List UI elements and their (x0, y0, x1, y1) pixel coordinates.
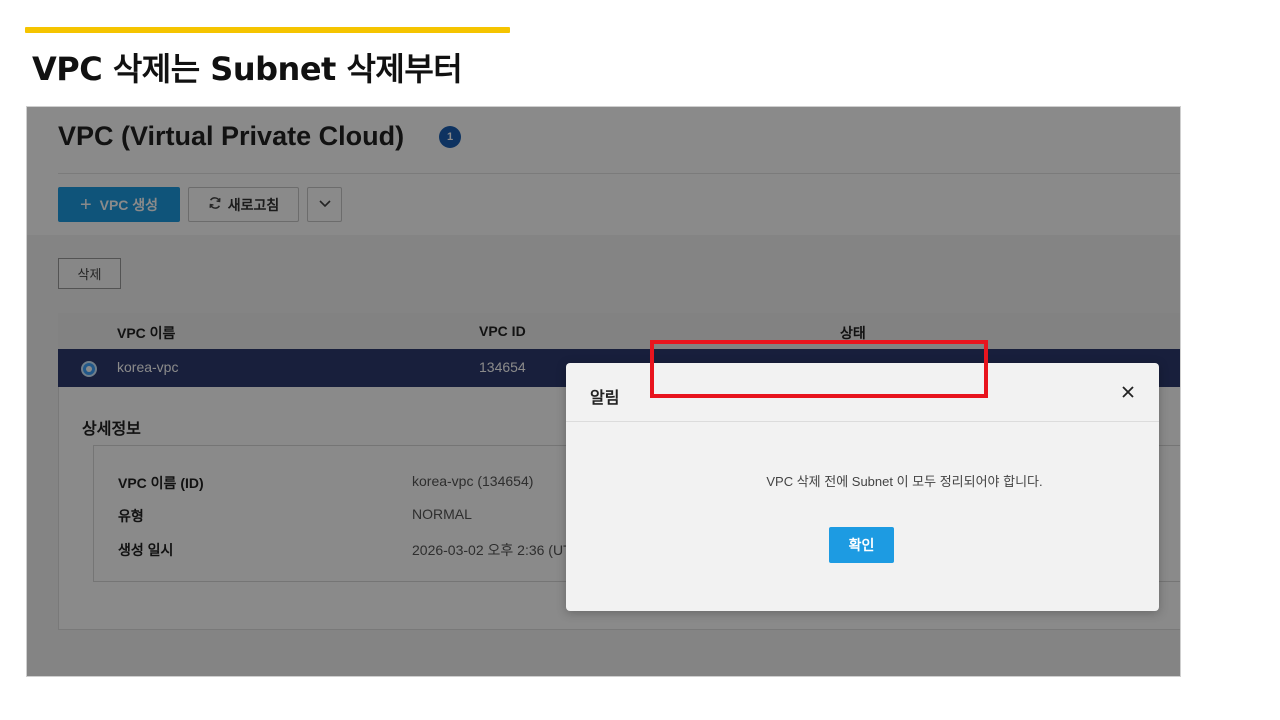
close-icon[interactable] (1119, 383, 1137, 401)
slide-title: VPC 삭제는 Subnet 삭제부터 (32, 50, 463, 88)
alert-dialog: 알림 VPC 삭제 전에 Subnet 이 모두 정리되어야 합니다. 확인 (566, 363, 1159, 611)
confirm-button[interactable]: 확인 (829, 527, 894, 563)
slide-accent-bar (25, 27, 510, 33)
dialog-divider (566, 421, 1159, 422)
message-highlight-box (650, 340, 988, 398)
console-screenshot: VPC (Virtual Private Cloud) 1 + VPC 생성 새… (26, 106, 1181, 677)
dialog-message: VPC 삭제 전에 Subnet 이 모두 정리되어야 합니다. (766, 474, 1043, 489)
dialog-title: 알림 (590, 390, 620, 407)
